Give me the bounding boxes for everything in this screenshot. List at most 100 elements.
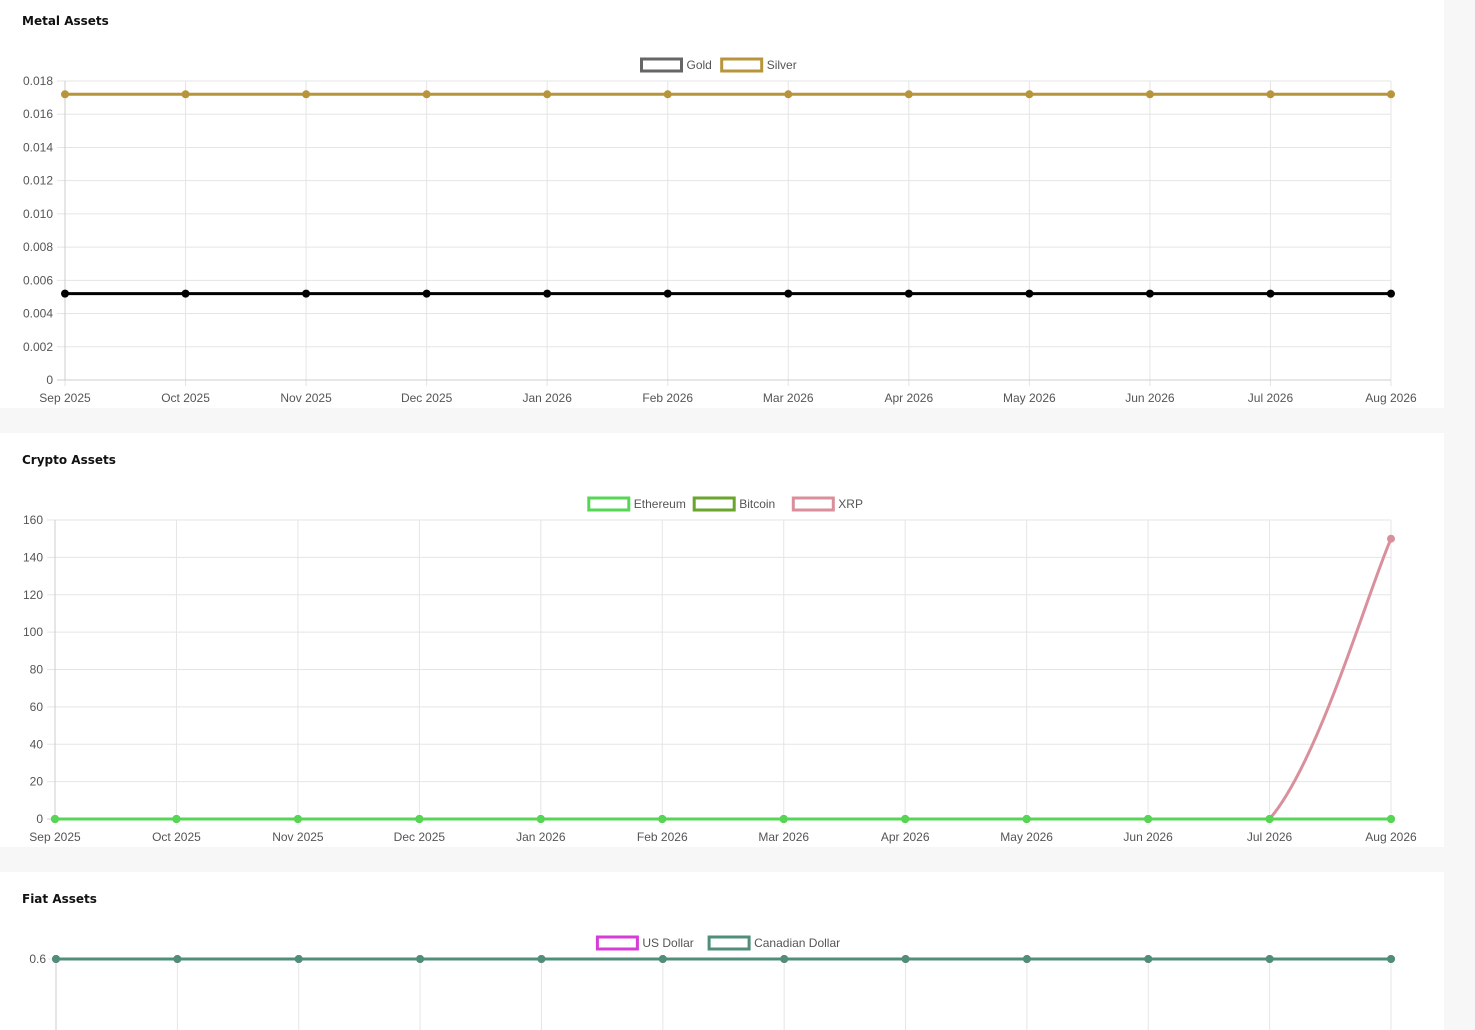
data-point (1145, 90, 1154, 99)
data-point (1022, 955, 1031, 963)
data-point (1022, 815, 1031, 823)
series-ethereum (51, 815, 1395, 823)
x-tick-label: Apr 2026 (881, 830, 930, 844)
y-tick-label: 0.014 (23, 140, 53, 154)
data-point (181, 90, 190, 99)
crypto-assets-chart: 0 20 40 60 80 100 120 140 160 Sep 2025 Oct 2025 Nov… (23, 496, 1417, 844)
x-tick-label: Sep 2025 (39, 391, 91, 405)
x-tick-label: Oct 2025 (161, 391, 210, 405)
data-point (172, 815, 181, 823)
legend-label: Ethereum (634, 497, 686, 511)
x-tick-label: Feb 2026 (642, 391, 693, 405)
data-point (422, 289, 431, 298)
data-point (1387, 90, 1395, 99)
data-point (61, 289, 69, 298)
data-point (293, 815, 302, 823)
data-point (784, 90, 793, 99)
x-tick-label: Nov 2025 (280, 391, 332, 405)
legend-item-silver: Silver (720, 57, 797, 73)
y-tick-label: 0.016 (23, 107, 53, 121)
x-tick-label: May 2026 (1003, 391, 1056, 405)
x-tick-label: Mar 2026 (763, 391, 814, 405)
y-tick-label: 120 (23, 588, 43, 602)
crypto-assets-card: Crypto Assets 0 20 40 60 80 100 120 140 160 Sep 2… (0, 433, 1444, 847)
legend-swatch (587, 496, 631, 512)
data-point (543, 289, 552, 298)
data-point (543, 90, 552, 99)
data-point (302, 90, 311, 99)
x-tick-label: Oct 2025 (152, 830, 201, 844)
grid (57, 80, 1392, 386)
series-silver (61, 90, 1395, 99)
grid (48, 958, 1392, 1030)
legend-label: US Dollar (642, 936, 693, 950)
y-tick-label: 160 (23, 513, 43, 527)
x-tick-label: Sep 2025 (29, 830, 81, 844)
legend-item-gold: Gold (640, 57, 712, 73)
metal-assets-chart: 0 0.002 0.004 0.006 0.008 0.010 0.012 0.014 0.01… (23, 57, 1417, 405)
legend-swatch (640, 57, 683, 73)
y-tick-label: 40 (30, 737, 44, 751)
metal-assets-card: Metal Assets 0 0.002 0.004 0.006 0.008 0.010 0… (0, 0, 1444, 408)
data-point (663, 90, 672, 99)
data-point (61, 90, 69, 99)
data-point (1265, 815, 1274, 823)
grid (47, 519, 1392, 825)
x-tick-label: Apr 2026 (884, 391, 933, 405)
y-tick-label: 0 (36, 812, 43, 826)
legend-swatch (791, 496, 835, 512)
data-point (1387, 289, 1395, 298)
legend-label: Silver (767, 58, 797, 72)
data-point (1266, 90, 1275, 99)
legend-swatch (720, 57, 764, 73)
data-point (658, 815, 667, 823)
data-point (52, 955, 60, 963)
x-tick-label: Jun 2026 (1125, 391, 1175, 405)
data-point (173, 955, 182, 963)
x-tick-label: Jan 2026 (516, 830, 566, 844)
x-tick-label: Jan 2026 (522, 391, 572, 405)
data-point (302, 289, 311, 298)
y-tick-label: 0.008 (23, 240, 53, 254)
legend-item-xrp: XRP (791, 496, 863, 512)
data-point (1025, 289, 1034, 298)
x-tick-label: Jun 2026 (1123, 830, 1173, 844)
legend-swatch (707, 935, 751, 951)
data-point (416, 955, 425, 963)
data-point (181, 289, 190, 298)
data-point (51, 815, 59, 823)
data-point (1144, 955, 1153, 963)
y-tick-label: 0.6 (29, 952, 46, 966)
legend-label: XRP (838, 497, 863, 511)
data-point (1265, 955, 1274, 963)
data-point (780, 955, 789, 963)
y-tick-label: 0.012 (23, 174, 53, 188)
y-tick-label: 0.002 (23, 340, 53, 354)
series-line-xrp (55, 538, 1393, 821)
data-point (658, 955, 667, 963)
legend-item-us-dollar: US Dollar (595, 935, 694, 951)
y-tick-label: 60 (30, 700, 44, 714)
y-tick-label: 0 (46, 373, 53, 387)
x-tick-label: Dec 2025 (394, 830, 446, 844)
x-tick-label: Aug 2026 (1365, 391, 1417, 405)
fiat-assets-card: Fiat Assets 0.6 US Dollar Canadian Dollar (0, 872, 1444, 1030)
x-tick-label: Nov 2025 (272, 830, 324, 844)
y-tick-label: 0.018 (23, 74, 53, 88)
y-tick-label: 0.010 (23, 207, 53, 221)
legend-swatch (595, 935, 639, 951)
data-point (536, 815, 545, 823)
data-point (1144, 815, 1153, 823)
y-tick-label: 80 (30, 663, 44, 677)
data-point (1266, 289, 1275, 298)
legend-item-canadian-dollar: Canadian Dollar (707, 935, 840, 951)
data-point (1025, 90, 1034, 99)
data-point (663, 289, 672, 298)
x-tick-label: Aug 2026 (1365, 830, 1417, 844)
fiat-assets-chart: 0.6 US Dollar Canadian Dollar (29, 935, 1395, 1030)
legend-item-ethereum: Ethereum (587, 496, 686, 512)
data-point (904, 289, 913, 298)
x-tick-label: May 2026 (1000, 830, 1053, 844)
x-tick-label: Mar 2026 (758, 830, 809, 844)
data-point (901, 955, 910, 963)
